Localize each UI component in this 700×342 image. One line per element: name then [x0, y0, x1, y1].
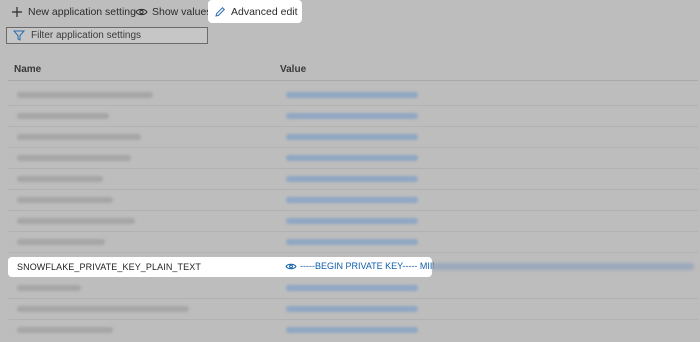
redacted-name: [17, 92, 153, 98]
show-values-button[interactable]: Show values: [134, 3, 212, 21]
redacted-name: [17, 155, 131, 161]
row-divider: [8, 252, 698, 253]
redacted-name: [17, 285, 81, 291]
column-header-value[interactable]: Value: [280, 64, 306, 75]
redacted-value: [286, 92, 418, 98]
private-key-text: -----BEGIN PRIVATE KEY----- MIII: [300, 261, 435, 271]
redacted-value: [286, 218, 418, 224]
advanced-edit-button[interactable]: Advanced edit: [213, 3, 298, 21]
header-divider: [8, 80, 698, 81]
redacted-name: [17, 306, 189, 312]
redacted-value: [286, 197, 418, 203]
redacted-key-tail: [432, 263, 694, 270]
redacted-name: [17, 197, 113, 203]
table-row[interactable]: [0, 299, 700, 320]
table-row[interactable]: [0, 106, 700, 127]
redacted-name: [17, 218, 135, 224]
redacted-value: [286, 239, 418, 245]
new-application-setting-button[interactable]: New application setting: [10, 3, 136, 21]
redacted-name: [17, 327, 113, 333]
setting-name-snowflake-private-key[interactable]: SNOWFLAKE_PRIVATE_KEY_PLAIN_TEXT: [17, 262, 201, 272]
redacted-name: [17, 176, 103, 182]
table-row[interactable]: [0, 148, 700, 169]
column-header-name[interactable]: Name: [14, 64, 41, 75]
plus-icon: [10, 5, 24, 19]
table-row[interactable]: [0, 320, 700, 341]
redacted-name: [17, 113, 109, 119]
table-row[interactable]: [0, 232, 700, 253]
toolbar: New application setting Show values Adva…: [0, 0, 700, 24]
table-row[interactable]: [0, 190, 700, 211]
redacted-value: [286, 113, 418, 119]
show-values-label: Show values: [152, 6, 212, 18]
funnel-icon: [13, 30, 27, 42]
new-application-setting-label: New application setting: [28, 6, 136, 18]
redacted-name: [17, 134, 141, 140]
redacted-name: [17, 239, 105, 245]
setting-value-private-key[interactable]: -----BEGIN PRIVATE KEY----- MIII: [285, 261, 435, 271]
eye-icon: [134, 5, 148, 19]
table-row[interactable]: [0, 169, 700, 190]
table-row[interactable]: [0, 85, 700, 106]
table-row[interactable]: [0, 211, 700, 232]
filter-input[interactable]: Filter application settings: [6, 27, 208, 44]
redacted-value: [286, 155, 418, 161]
table-row[interactable]: [0, 278, 700, 299]
redacted-value: [286, 327, 418, 333]
table-row[interactable]: [0, 127, 700, 148]
redacted-value: [286, 134, 418, 140]
pencil-icon: [213, 5, 227, 19]
redacted-value: [286, 306, 418, 312]
filter-placeholder: Filter application settings: [31, 30, 142, 41]
redacted-value: [286, 176, 418, 182]
eye-hidden-icon: [285, 261, 297, 271]
advanced-edit-label: Advanced edit: [231, 6, 298, 18]
redacted-value: [286, 285, 418, 291]
